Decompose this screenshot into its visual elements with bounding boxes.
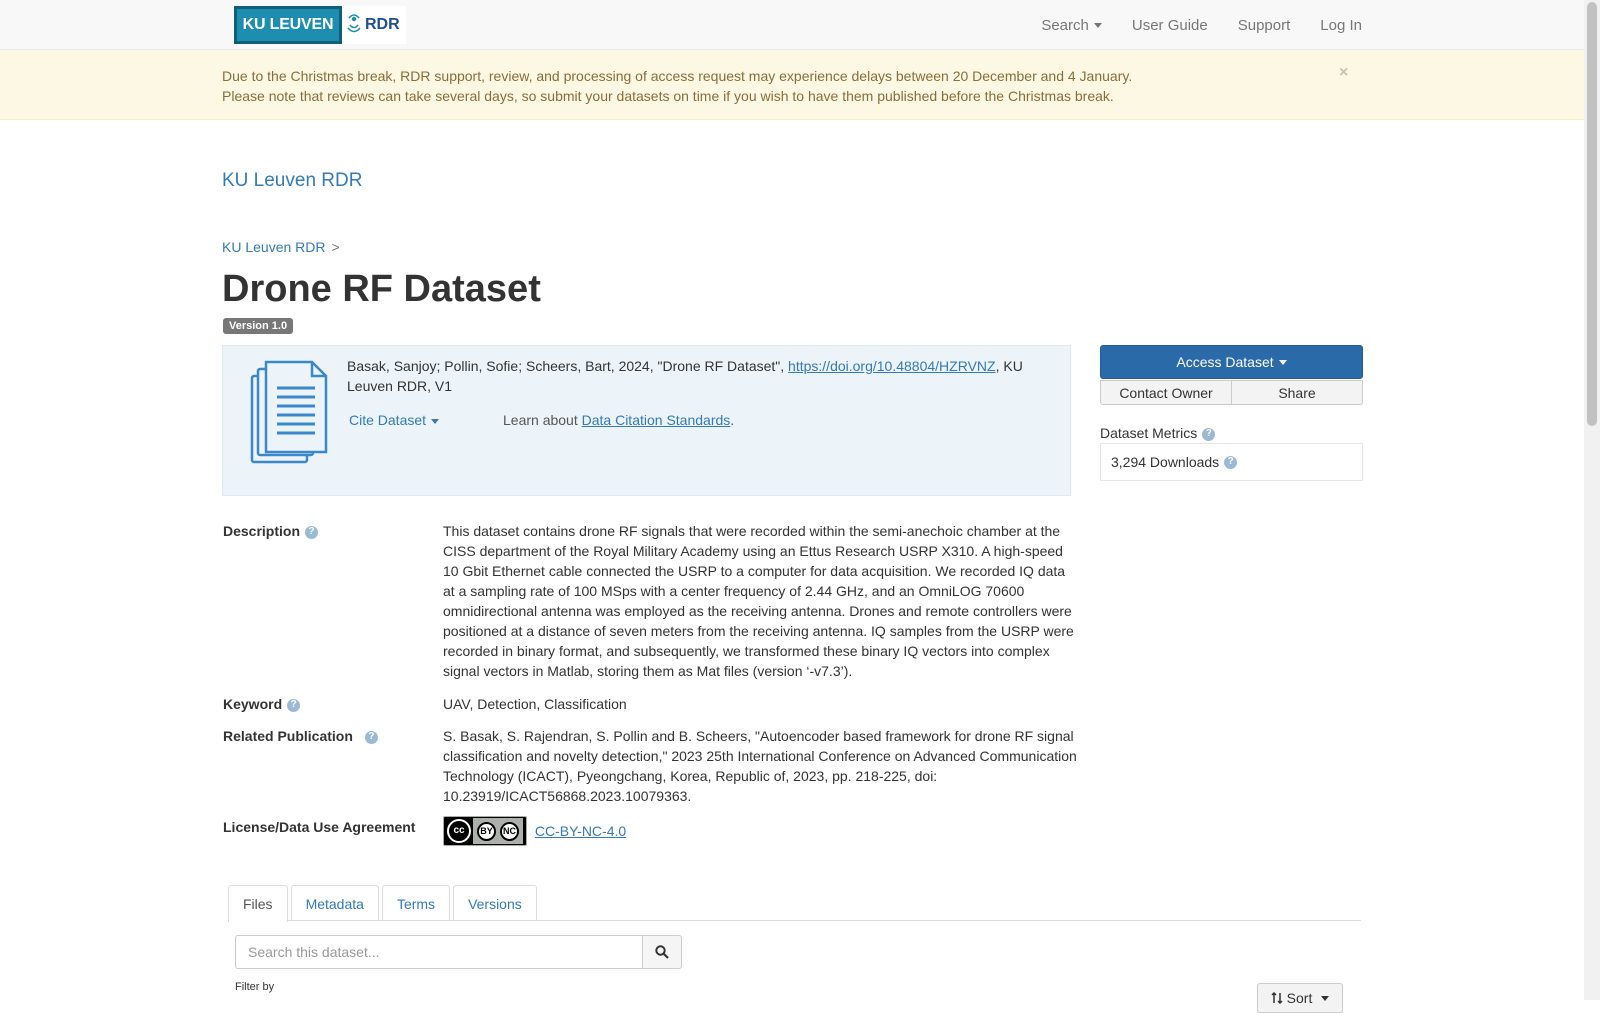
nav-search[interactable]: Search (1041, 17, 1102, 34)
learn-suffix: . (730, 412, 735, 428)
tab-versions[interactable]: Versions (453, 885, 537, 921)
help-icon[interactable]: ? (287, 698, 301, 712)
ku-leuven-logo: KU LEUVEN (234, 6, 342, 44)
nav-support[interactable]: Support (1238, 17, 1291, 34)
christmas-alert: Due to the Christmas break, RDR support,… (0, 50, 1584, 120)
dataset-tabs: Files Metadata Terms Versions (228, 885, 1361, 922)
cite-dataset-button[interactable]: Cite Dataset (349, 412, 440, 428)
access-dataset-label: Access Dataset (1176, 354, 1274, 370)
sort-label: Sort (1286, 990, 1313, 1006)
alert-message: Due to the Christmas break, RDR support,… (222, 66, 1132, 106)
help-icon[interactable]: ? (305, 525, 319, 539)
version-badge: Version 1.0 (223, 318, 294, 334)
nav-login[interactable]: Log In (1320, 17, 1362, 34)
search-icon (655, 945, 669, 959)
metrics-title-label: Dataset Metrics (1100, 425, 1198, 441)
document-stack-icon (250, 360, 328, 464)
tab-terms[interactable]: Terms (381, 885, 451, 921)
license-value: cc BY NC CC-BY-NC-4.0 (443, 816, 1078, 846)
nav-links: Search User Guide Support Log In (1011, 0, 1362, 50)
citation-doi-link[interactable]: https://doi.org/10.48804/HZRVNZ (788, 358, 996, 374)
scrollbar-thumb[interactable] (1587, 2, 1597, 426)
license-label: License/Data Use Agreement (223, 819, 416, 835)
rdr-logo: RDR (346, 14, 400, 36)
metrics-panel: 3,294 Downloads? (1100, 443, 1363, 481)
share-button[interactable]: Share (1232, 380, 1363, 405)
license-badge-pane: BY NC (473, 818, 523, 844)
alert-line-1: Due to the Christmas break, RDR support,… (222, 68, 1133, 84)
attribution-icon: BY (477, 821, 496, 841)
file-search-button[interactable] (642, 935, 682, 969)
page-title: Drone RF Dataset (222, 268, 541, 310)
owner-share-buttons: Contact Owner Share (1100, 380, 1363, 405)
page-scrollbar[interactable] (1584, 0, 1600, 1000)
breadcrumb-root[interactable]: KU Leuven RDR (222, 239, 326, 255)
sort-icon (1271, 992, 1283, 1004)
help-icon[interactable]: ? (1224, 455, 1238, 469)
keyword-label: Keyword? (223, 696, 301, 712)
description-label-text: Description (223, 523, 301, 539)
breadcrumb-separator: > (331, 239, 340, 255)
citation-box: Basak, Sanjoy; Pollin, Sofie; Scheers, B… (222, 345, 1071, 496)
dataset-metrics-title: Dataset Metrics? (1100, 425, 1216, 441)
description-label: Description? (223, 523, 319, 539)
chevron-down-icon (1093, 23, 1102, 29)
keyword-label-text: Keyword (223, 696, 283, 712)
related-publication-label: Related Publication? (223, 728, 378, 744)
chevron-down-icon (1278, 359, 1287, 365)
help-icon[interactable]: ? (1202, 427, 1216, 441)
cite-dataset-label: Cite Dataset (349, 412, 427, 428)
top-navbar: KU LEUVEN RDR Search User Guide Support … (0, 0, 1584, 50)
wifi-person-icon (347, 14, 361, 33)
dataverse-title[interactable]: KU Leuven RDR (222, 170, 362, 192)
sort-button[interactable]: Sort (1257, 983, 1343, 1013)
related-publication-value: S. Basak, S. Rajendran, S. Pollin and B.… (443, 728, 1077, 804)
file-search-input[interactable] (235, 935, 643, 969)
license-link[interactable]: CC-BY-NC-4.0 (535, 823, 626, 839)
citation-authors: Basak, Sanjoy; Pollin, Sofie; Scheers, B… (347, 358, 789, 374)
tab-metadata[interactable]: Metadata (290, 885, 379, 921)
chevron-down-icon (431, 418, 440, 424)
close-icon[interactable]: × (1339, 64, 1348, 82)
rdr-label: RDR (365, 16, 400, 33)
contact-owner-button[interactable]: Contact Owner (1100, 380, 1232, 405)
data-citation-standards-link[interactable]: Data Citation Standards (582, 412, 731, 428)
learn-prefix: Learn about (503, 412, 582, 428)
noncommercial-icon: NC (500, 821, 519, 841)
nav-search-label: Search (1041, 16, 1089, 34)
keyword-value: UAV, Detection, Classification (443, 696, 627, 712)
cc-icon: cc (447, 819, 471, 843)
nav-user-guide[interactable]: User Guide (1132, 17, 1208, 34)
breadcrumb: KU Leuven RDR > (222, 239, 340, 255)
tab-files[interactable]: Files (228, 885, 288, 922)
description-value: This dataset contains drone RF signals t… (443, 523, 1074, 679)
downloads-count: 3,294 Downloads (1111, 454, 1220, 470)
help-icon[interactable]: ? (364, 730, 378, 744)
citation-standards-note: Learn about Data Citation Standards. (503, 412, 734, 428)
citation-text: Basak, Sanjoy; Pollin, Sofie; Scheers, B… (347, 356, 1037, 396)
access-dataset-button[interactable]: Access Dataset (1100, 345, 1363, 379)
site-logo[interactable]: KU LEUVEN RDR (234, 6, 406, 44)
cc-by-nc-badge: cc BY NC (443, 816, 527, 846)
filter-by-label: Filter by (235, 981, 275, 993)
alert-line-2: Please note that reviews can take severa… (222, 88, 1114, 104)
related-label-text: Related Publication (223, 728, 353, 744)
